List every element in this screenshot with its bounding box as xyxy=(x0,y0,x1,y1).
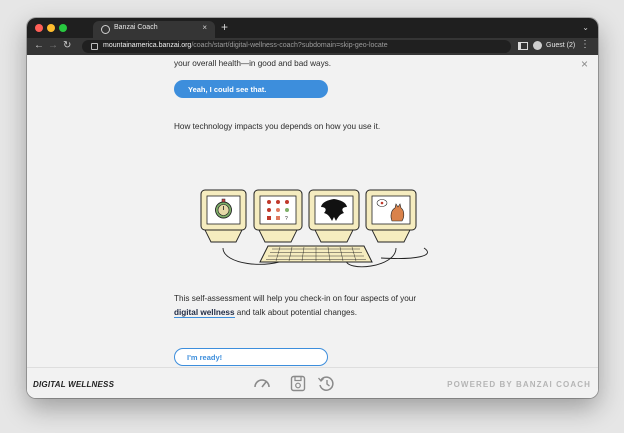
monitor-inkblot xyxy=(308,189,360,243)
im-ready-button[interactable]: I'm ready! xyxy=(174,348,328,366)
address-bar[interactable]: mountainamerica.banzai.org/coach/start/d… xyxy=(82,40,511,53)
save-icon[interactable] xyxy=(290,375,306,392)
digital-wellness-link[interactable]: digital wellness xyxy=(174,308,235,318)
new-tab-button[interactable]: + xyxy=(221,21,228,33)
minimize-window-button[interactable] xyxy=(47,24,55,32)
monitor-dots-grid: ? xyxy=(253,189,303,243)
back-arrow-icon[interactable]: ← xyxy=(34,40,44,52)
gauge-icon[interactable] xyxy=(253,375,271,391)
lock-icon xyxy=(91,43,98,50)
coach-message-technology: How technology impacts you depends on ho… xyxy=(174,122,381,131)
intro-paragraph-line1: This self-assessment will help you check… xyxy=(174,294,417,303)
tab-title: Banzai Coach xyxy=(114,24,158,31)
tab-bar: Banzai Coach × + ⌄ xyxy=(27,18,598,38)
coach-message-health: your overall health—in good and bad ways… xyxy=(174,59,332,68)
four-monitors-illustration: ? xyxy=(200,189,428,268)
zoom-window-button[interactable] xyxy=(59,24,67,32)
tab-search-chevron-icon[interactable]: ⌄ xyxy=(582,23,589,32)
intro-paragraph-line2: digital wellness and talk about potentia… xyxy=(174,308,357,318)
url-path: /coach/start/digital-wellness-coach?subd… xyxy=(191,42,388,49)
digital-wellness-brand: DIGITAL WELLNESS xyxy=(33,380,115,389)
response-button-agree[interactable]: Yeah, I could see that. xyxy=(174,80,328,98)
footer: DIGITAL WELLNESS POWERED BY BANZAI COACH xyxy=(27,367,598,398)
history-icon[interactable] xyxy=(317,375,335,392)
kebab-menu-icon[interactable]: ⋮ xyxy=(580,39,590,50)
avatar-icon xyxy=(533,41,542,50)
monitor-stopwatch xyxy=(200,189,247,243)
coach-page: × your overall health—in good and bad wa… xyxy=(27,55,598,398)
close-icon[interactable]: × xyxy=(581,58,588,70)
url-text[interactable]: mountainamerica.banzai.org/coach/start/d… xyxy=(103,42,388,49)
keyboard-icon xyxy=(259,245,373,263)
reload-icon[interactable]: ↻ xyxy=(63,40,71,52)
forward-arrow-icon[interactable]: → xyxy=(48,40,58,52)
powered-by-banzai: POWERED BY BANZAI COACH xyxy=(447,380,591,389)
tab-close-button[interactable]: × xyxy=(202,23,207,32)
browser-toolbar: ← → ↻ mountainamerica.banzai.org/coach/s… xyxy=(27,38,598,55)
intro-paragraph-rest: and talk about potential changes. xyxy=(234,308,357,317)
browser-window: Banzai Coach × + ⌄ ← → ↻ mountainamerica… xyxy=(27,18,598,398)
monitor-cat xyxy=(365,189,417,243)
url-host: mountainamerica.banzai.org xyxy=(103,42,192,49)
close-window-button[interactable] xyxy=(35,24,43,32)
side-panel-icon[interactable] xyxy=(518,42,528,50)
svg-text:?: ? xyxy=(285,216,288,222)
profile-label: Guest (2) xyxy=(546,42,576,49)
tab-banzai-coach[interactable]: Banzai Coach × xyxy=(93,21,215,38)
globe-icon xyxy=(101,25,110,34)
